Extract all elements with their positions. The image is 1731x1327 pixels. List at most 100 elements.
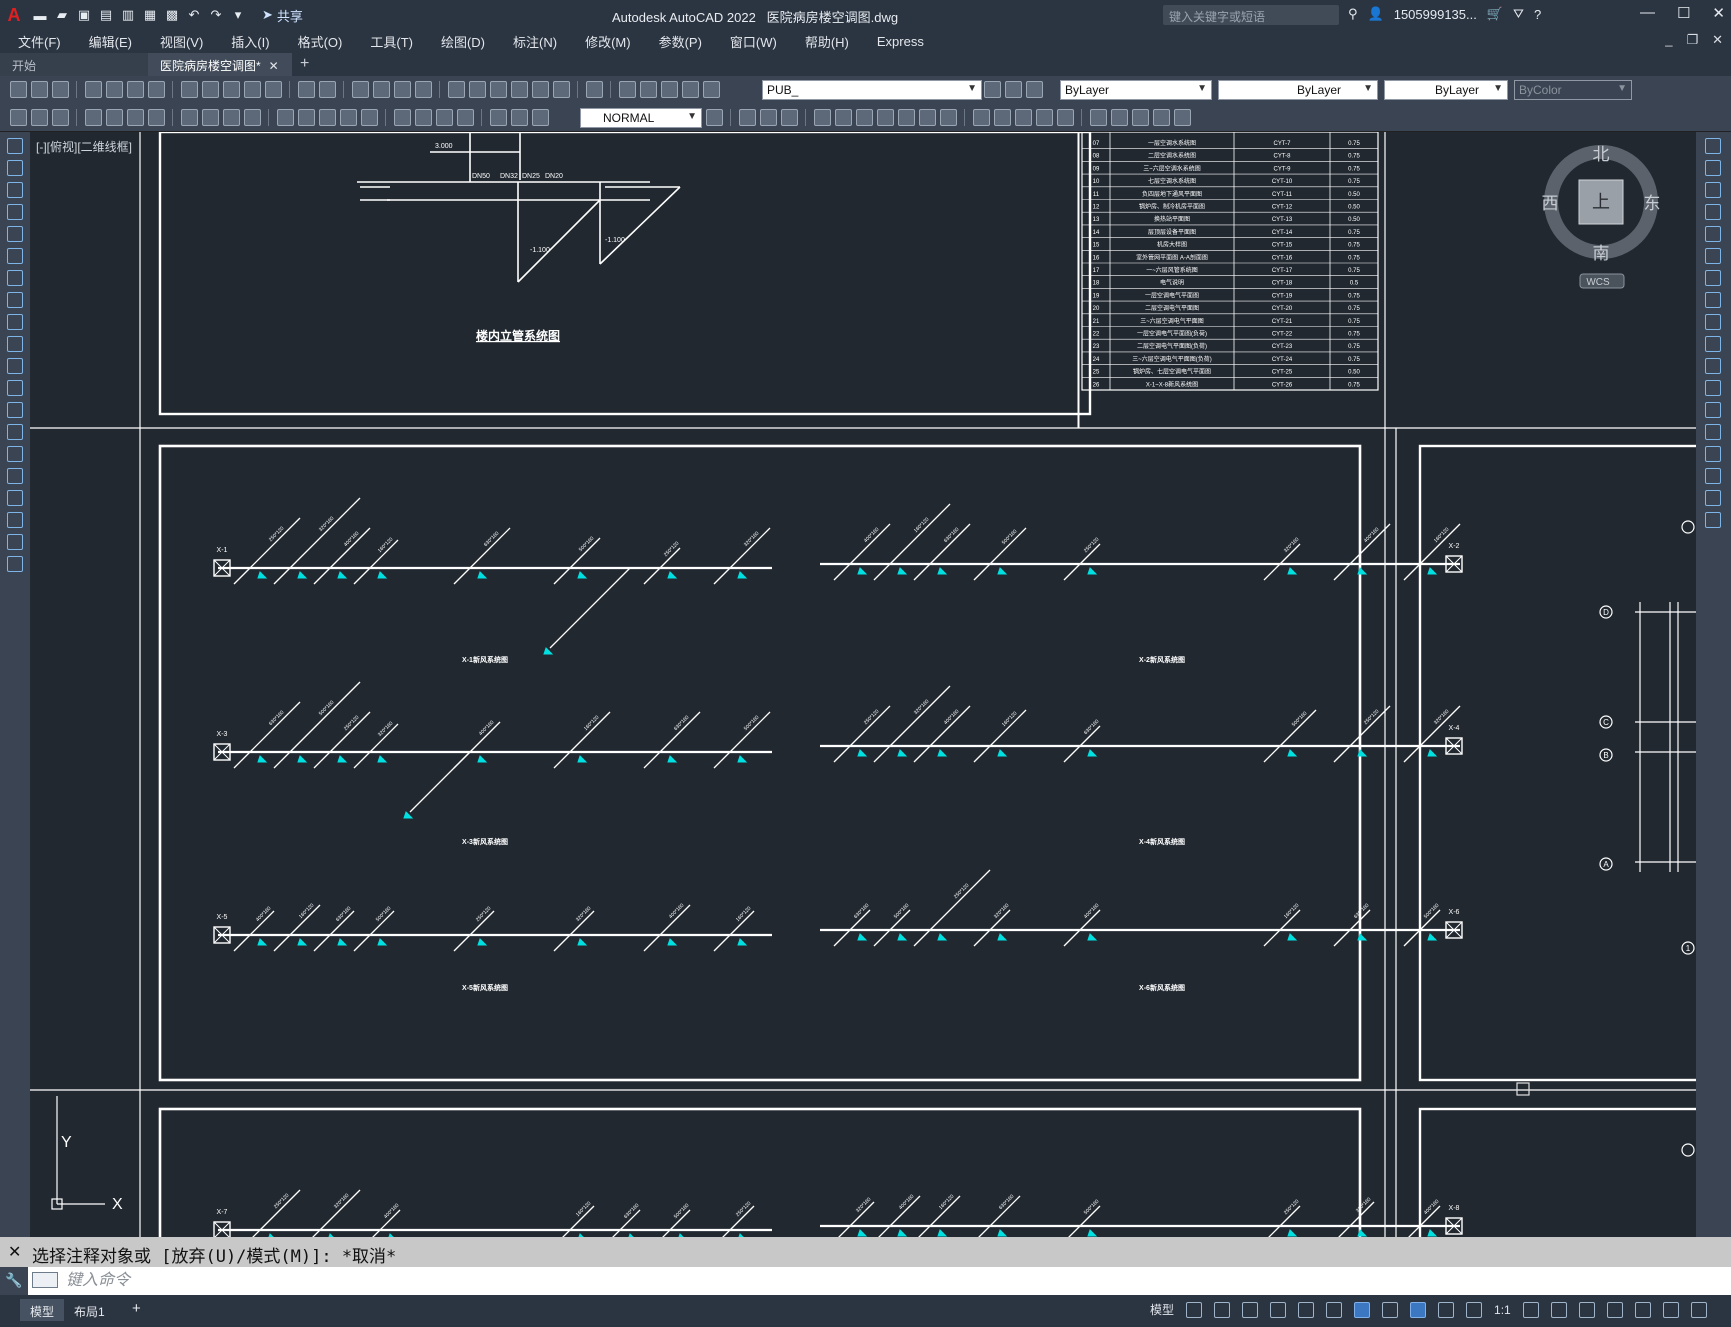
revcloud-icon[interactable] — [7, 292, 23, 308]
isolate-icon[interactable] — [1634, 1301, 1651, 1318]
dim-break-icon[interactable] — [361, 109, 378, 126]
region-icon[interactable] — [7, 490, 23, 506]
publish-icon[interactable] — [127, 81, 144, 98]
menu-format[interactable]: 格式(O) — [280, 32, 343, 51]
angular-dim-icon[interactable] — [244, 109, 261, 126]
copy-icon[interactable] — [835, 109, 852, 126]
grid-icon[interactable] — [1186, 1301, 1203, 1318]
drawing-viewport[interactable]: 楼内立管系统图 3.000 DN50 DN32 DN25 DN20 -1.100… — [30, 132, 1696, 1237]
menu-help[interactable]: 帮助(H) — [787, 32, 849, 51]
blue-b-icon[interactable] — [760, 109, 777, 126]
blue-c-icon[interactable] — [781, 109, 798, 126]
light-bulb-icon[interactable] — [640, 81, 657, 98]
save-icon[interactable] — [52, 81, 69, 98]
redo-icon[interactable] — [319, 81, 336, 98]
tolerance-icon[interactable] — [394, 109, 411, 126]
make-current-layer-icon[interactable] — [984, 81, 1001, 98]
viewcube[interactable]: 上 北 南 西 东 WCS — [1536, 142, 1666, 292]
add-layout-icon[interactable]: + — [122, 1299, 151, 1321]
solid-a-icon[interactable] — [973, 109, 990, 126]
help-icon[interactable]: ? — [1534, 7, 1541, 22]
make-block-icon[interactable] — [7, 402, 23, 418]
viewcube-south[interactable]: 南 — [1593, 244, 1610, 263]
gear-icon[interactable] — [1522, 1301, 1539, 1318]
scale-icon[interactable] — [1705, 292, 1721, 308]
tool-b-icon[interactable] — [31, 109, 48, 126]
menu-express[interactable]: Express — [859, 34, 924, 49]
ellipse-arc-icon[interactable] — [7, 358, 23, 374]
menu-dimension[interactable]: 标注(N) — [495, 32, 557, 51]
block-editor-icon[interactable] — [265, 81, 282, 98]
menu-view[interactable]: 视图(V) — [142, 32, 203, 51]
search-icon[interactable]: ⚲ — [1348, 6, 1358, 22]
circle-icon[interactable] — [7, 270, 23, 286]
drawing-canvas[interactable]: 楼内立管系统图 3.000 DN50 DN32 DN25 DN20 -1.100… — [30, 132, 1696, 1237]
break-at-point-icon[interactable] — [1705, 380, 1721, 396]
chamfer-icon[interactable] — [1705, 446, 1721, 462]
tab-drawing[interactable]: 医院病房楼空调图* ✕ — [148, 53, 292, 76]
gradient-icon[interactable] — [7, 468, 23, 484]
menu-window[interactable]: 窗口(W) — [712, 32, 777, 51]
viewcube-north[interactable]: 北 — [1593, 145, 1610, 164]
plus-icon[interactable] — [1550, 1301, 1567, 1318]
dim-text-edit-icon[interactable] — [511, 109, 528, 126]
freeze-viewport-icon[interactable] — [682, 81, 699, 98]
ortho-icon[interactable] — [1242, 1301, 1259, 1318]
viewcube-west[interactable]: 西 — [1542, 194, 1559, 213]
model-space-label[interactable]: 模型 — [1150, 1301, 1174, 1318]
wcs-menu[interactable]: WCS — [1586, 277, 1610, 288]
spline-icon[interactable] — [7, 314, 23, 330]
help-icon[interactable] — [586, 81, 603, 98]
tab-layout1[interactable]: 布局1 — [64, 1299, 115, 1321]
auto-scale-icon[interactable] — [1438, 1301, 1455, 1318]
ellipse-icon[interactable] — [7, 336, 23, 352]
layer-previous-icon[interactable] — [1005, 81, 1022, 98]
polygon-icon[interactable] — [7, 204, 23, 220]
construction-line-icon[interactable] — [7, 160, 23, 176]
view-e-icon[interactable] — [1174, 109, 1191, 126]
open-icon[interactable] — [31, 81, 48, 98]
layer-states-icon[interactable] — [1026, 81, 1043, 98]
menu-modify[interactable]: 修改(M) — [567, 32, 631, 51]
menu-draw[interactable]: 绘图(D) — [423, 32, 485, 51]
view-a-icon[interactable] — [1090, 109, 1107, 126]
continue-dim-icon[interactable] — [319, 109, 336, 126]
isodraft-icon[interactable] — [1298, 1301, 1315, 1318]
viewport-controls-label[interactable]: [-][俯视][二维线框] — [36, 138, 132, 155]
tab-model[interactable]: 模型 — [20, 1299, 65, 1321]
offset-icon[interactable] — [919, 109, 936, 126]
workspace-dropdown-icon[interactable]: ▾ — [230, 7, 246, 23]
markup-icon[interactable] — [532, 81, 549, 98]
mirror-icon[interactable] — [898, 109, 915, 126]
tool-c-icon[interactable] — [52, 109, 69, 126]
close-cmd-icon[interactable]: ✕ — [8, 1242, 21, 1262]
mirror-icon[interactable] — [1705, 182, 1721, 198]
extend-icon[interactable] — [1705, 358, 1721, 374]
customize-cmd-icon[interactable]: 🔧 — [0, 1267, 28, 1295]
tool-a-icon[interactable] — [10, 109, 27, 126]
baseline-dim-icon[interactable] — [298, 109, 315, 126]
plot-icon[interactable] — [85, 81, 102, 98]
line-icon[interactable] — [7, 138, 23, 154]
saveas-icon[interactable]: ▤ — [98, 7, 114, 23]
plot-icon[interactable]: ▩ — [164, 7, 180, 23]
calculator-icon[interactable] — [553, 81, 570, 98]
viewcube-east[interactable]: 东 — [1644, 194, 1661, 213]
lineweight-icon[interactable] — [1382, 1301, 1399, 1318]
share-button[interactable]: ➤ 共享 — [262, 6, 303, 25]
radius-dim-icon[interactable] — [181, 109, 198, 126]
stretch-icon[interactable] — [1705, 314, 1721, 330]
ordinate-dim-icon[interactable] — [148, 109, 165, 126]
solid-e-icon[interactable] — [1057, 109, 1074, 126]
inspect-icon[interactable] — [436, 109, 453, 126]
undo-icon[interactable] — [298, 81, 315, 98]
osnap-icon[interactable] — [1354, 1301, 1371, 1318]
open-icon[interactable]: ▰ — [54, 7, 70, 23]
maximize-icon[interactable]: ☐ — [1677, 4, 1690, 22]
dimstyle-dropdown[interactable]: NORMAL ▼ — [580, 108, 702, 128]
linear-dim-icon[interactable] — [85, 109, 102, 126]
command-input[interactable] — [66, 1269, 966, 1293]
save-icon[interactable]: ▣ — [76, 7, 92, 23]
menu-file[interactable]: 文件(F) — [0, 32, 61, 51]
3dprint-icon[interactable] — [148, 81, 165, 98]
